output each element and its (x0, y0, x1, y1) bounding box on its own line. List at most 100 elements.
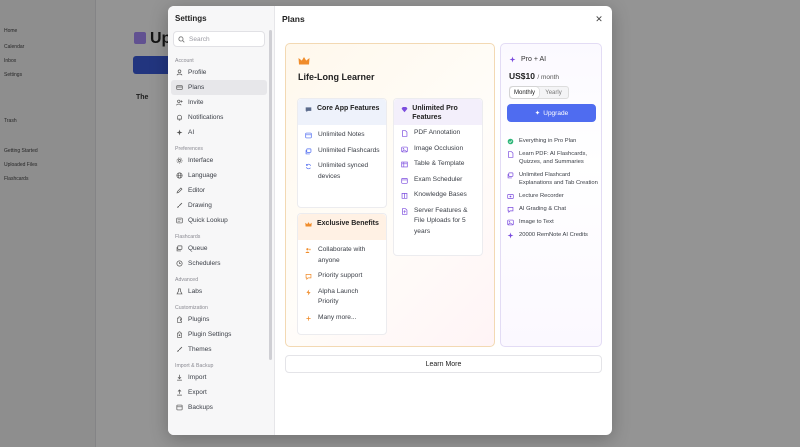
nav-label: Invite (188, 99, 204, 106)
pro-features-header: Unlimited Pro Features (394, 99, 482, 125)
bg-row: Inbox (4, 58, 17, 64)
close-button[interactable]: ✕ (594, 14, 604, 24)
price: US$10 / month (509, 71, 560, 81)
tier-feature: Everything in Pro Plan (507, 137, 599, 145)
section-advanced: Advanced (175, 277, 199, 283)
search-icon (178, 35, 185, 43)
knowledge-base-icon (401, 190, 409, 199)
learn-more-button[interactable]: Learn More (285, 355, 602, 373)
nav-item-drawing[interactable]: Drawing (171, 198, 267, 213)
nav-item-invite[interactable]: Invite (171, 95, 267, 110)
nav-label: Schedulers (188, 260, 221, 267)
bg-row: Settings (4, 72, 23, 78)
pdf-icon (507, 150, 515, 158)
nav-item-quick-lookup[interactable]: Quick Lookup (171, 213, 267, 228)
tier-feature: AI Grading & Chat (507, 205, 599, 213)
background-page-title: Up (134, 30, 171, 48)
sidebar-scrollbar[interactable] (269, 30, 272, 360)
feature-item: Unlimited synced devices (298, 161, 386, 182)
nav-item-themes[interactable]: Themes (171, 342, 267, 357)
nav-item-language[interactable]: Language (171, 168, 267, 183)
sparkle-icon (507, 231, 515, 239)
brush-icon (175, 202, 183, 210)
plugin-settings-icon (175, 331, 183, 339)
nav-item-export[interactable]: Export (171, 385, 267, 400)
nav-label: Import (188, 374, 207, 381)
section-account: Account (175, 58, 194, 64)
nav-label: Editor (188, 187, 205, 194)
export-icon (175, 389, 183, 397)
nav-item-labs[interactable]: Labs (171, 284, 267, 299)
support-icon (305, 271, 313, 280)
nav-item-interface[interactable]: Interface (171, 153, 267, 168)
notes-icon (305, 130, 313, 139)
pro-features-box: Unlimited Pro Features PDF Annotation Im… (393, 98, 483, 256)
nav-item-plugins[interactable]: Plugins (171, 312, 267, 327)
close-icon: ✕ (595, 14, 603, 24)
chat-icon (507, 205, 515, 213)
nav-label: Quick Lookup (188, 217, 228, 224)
recorder-icon (507, 192, 515, 200)
image-icon (401, 144, 409, 153)
settings-search[interactable] (173, 31, 265, 47)
feature-item: Table & Template (394, 159, 482, 170)
settings-icon (175, 157, 183, 165)
tier-name: Pro + AI (509, 56, 546, 63)
nav-label: Plugins (188, 316, 210, 323)
brush-icon (175, 346, 183, 354)
feature-item: Alpha Launch Priority (298, 287, 386, 308)
nav-item-import[interactable]: Import (171, 370, 267, 385)
nav-item-plans[interactable]: Plans (171, 80, 267, 95)
nav-item-plugin-settings[interactable]: Plugin Settings (171, 327, 267, 342)
plugin-icon (175, 316, 183, 324)
exclusive-benefits-box: Exclusive Benefits Collaborate with anyo… (297, 213, 387, 335)
crown-icon (305, 220, 313, 232)
sparkle-icon (509, 56, 516, 63)
lightning-icon (305, 287, 313, 296)
core-features-box: Core App Features Unlimited Notes Unlimi… (297, 98, 387, 208)
background-button (133, 56, 173, 74)
nav-label: Backups (188, 404, 213, 411)
feature-item: Unlimited Notes (298, 130, 386, 141)
nav-item-ai[interactable]: AI (171, 125, 267, 140)
bg-row: Home (4, 28, 18, 34)
upload-icon (401, 206, 409, 215)
nav-item-backups[interactable]: Backups (171, 400, 267, 415)
nav-item-profile[interactable]: Profile (171, 65, 267, 80)
background-sidebar: Home Calendar Inbox Settings Trash Getti… (0, 0, 96, 447)
tier-feature: Image to Text (507, 218, 599, 226)
nav-item-notifications[interactable]: Notifications (171, 110, 267, 125)
feature-item: Image Occlusion (394, 144, 482, 155)
search-input[interactable] (189, 35, 259, 43)
nav-item-editor[interactable]: Editor (171, 183, 267, 198)
flashcard-icon (305, 146, 313, 155)
settings-sidebar: Settings Account Profile Plans Invite No… (168, 6, 275, 435)
upgrade-button[interactable]: ✦ Upgrade (507, 104, 596, 122)
nav-label: Profile (188, 69, 207, 76)
monthly-option[interactable]: Monthly (510, 87, 539, 98)
queue-icon (175, 245, 183, 253)
chat-bubble-icon (305, 105, 313, 117)
tier-feature: Learn PDF: AI Flashcards, Quizzes, and S… (507, 150, 599, 166)
yearly-option[interactable]: Yearly (539, 87, 568, 98)
bg-row: Trash (4, 118, 17, 124)
nav-item-schedulers[interactable]: Schedulers (171, 256, 267, 271)
nav-label: Drawing (188, 202, 212, 209)
plus-icon (305, 313, 313, 322)
add-user-icon (175, 99, 183, 107)
section-import-backup: Import & Backup (175, 363, 214, 369)
background-subtitle: The (136, 94, 149, 101)
sync-icon (305, 161, 313, 170)
tier-feature: 20000 RemNote AI Credits (507, 231, 599, 239)
bg-row: Flashcards (4, 176, 29, 182)
bg-row: Uploaded Files (4, 162, 38, 168)
feature-item: Many more... (298, 313, 386, 324)
nav-item-queue[interactable]: Queue (171, 241, 267, 256)
globe-icon (175, 172, 183, 180)
sparkle-icon: ✦ (534, 110, 541, 117)
feature-item: Server Features & File Uploads for 5 yea… (394, 206, 482, 238)
users-icon (305, 245, 313, 254)
core-features-title: Core App Features (317, 105, 380, 112)
flask-icon (175, 288, 183, 296)
billing-toggle: Monthly Yearly (509, 86, 569, 99)
